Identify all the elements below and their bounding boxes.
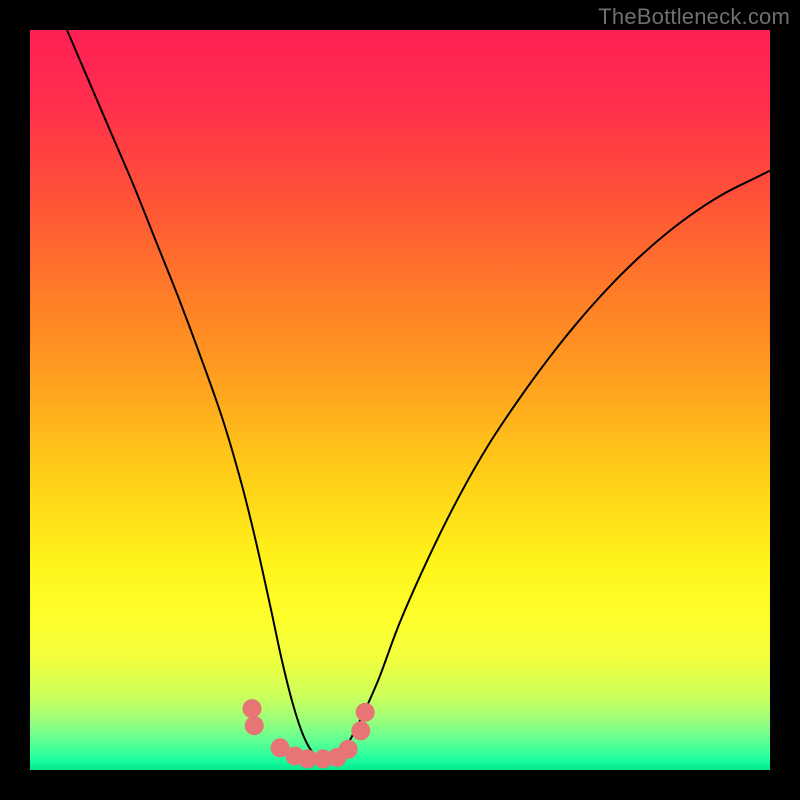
plot-area bbox=[30, 30, 770, 770]
data-marker bbox=[339, 740, 357, 758]
bottleneck-chart bbox=[30, 30, 770, 770]
gradient-background bbox=[30, 30, 770, 770]
watermark-text: TheBottleneck.com bbox=[598, 4, 790, 30]
data-marker bbox=[245, 717, 263, 735]
data-marker bbox=[352, 722, 370, 740]
chart-frame: TheBottleneck.com bbox=[0, 0, 800, 800]
data-marker bbox=[243, 700, 261, 718]
data-marker bbox=[356, 703, 374, 721]
